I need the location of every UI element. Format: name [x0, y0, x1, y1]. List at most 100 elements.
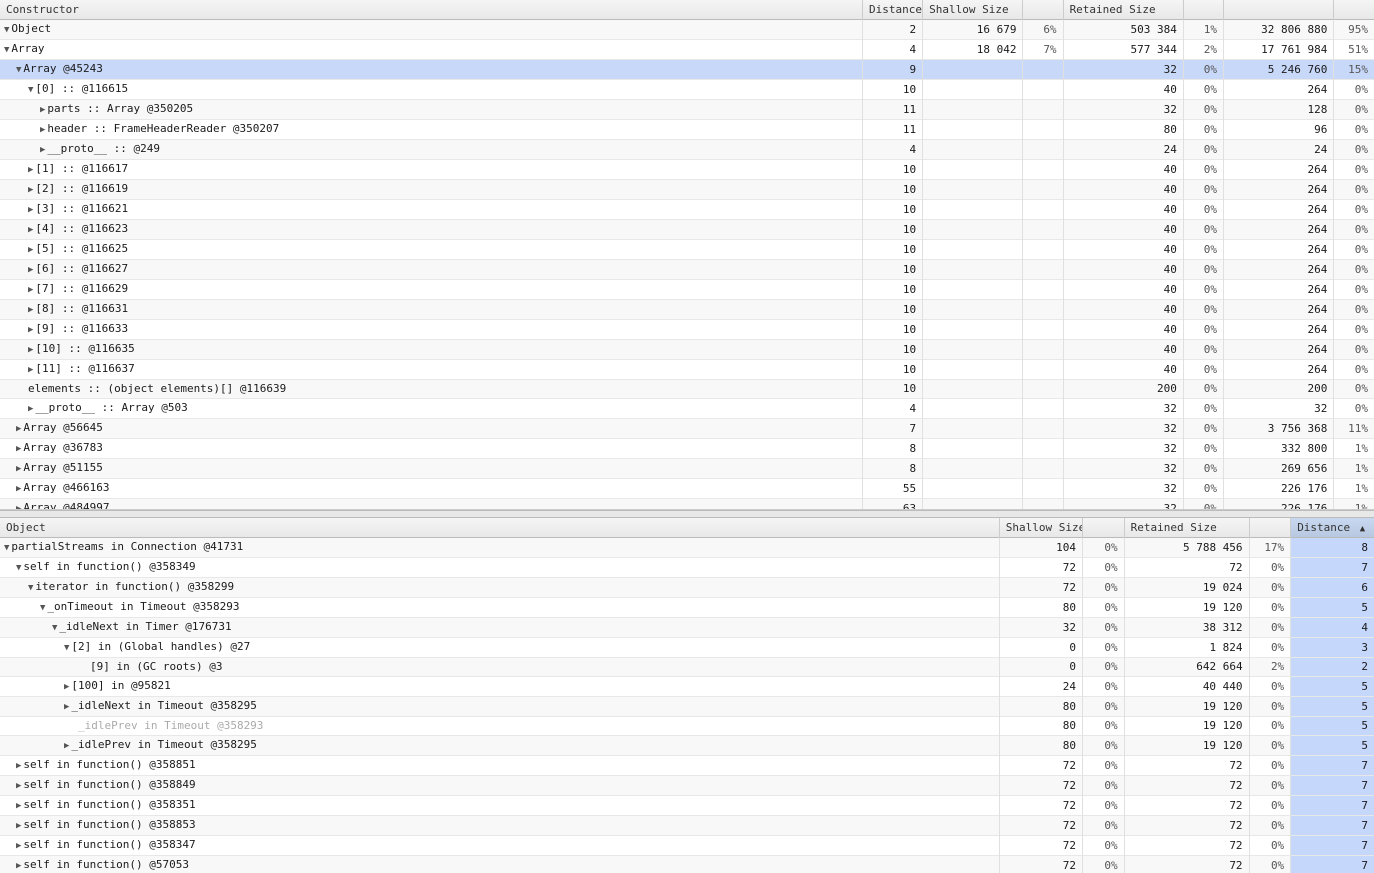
table-row[interactable]: ▼[2] in (Global handles) @2700%1 8240%3 — [0, 638, 1374, 658]
expand-icon[interactable]: ▶ — [16, 481, 21, 497]
expand-icon[interactable]: ▶ — [16, 858, 21, 873]
table-row[interactable]: ▼iterator in function() @358299720%19 02… — [0, 578, 1374, 598]
expand-icon[interactable]: ▶ — [28, 242, 33, 258]
col-header-retained-size[interactable]: Retained Size — [1063, 0, 1183, 20]
col-header-object[interactable]: Object — [0, 518, 999, 538]
table-row[interactable]: ▶[1] :: @11661710400%2640% — [0, 160, 1374, 180]
expand-icon[interactable]: ▶ — [40, 142, 45, 158]
expand-icon[interactable]: ▼ — [28, 82, 33, 98]
table-row[interactable]: elements :: (object elements)[] @1166391… — [0, 380, 1374, 399]
table-row[interactable]: ▶self in function() @358853720%720%7 — [0, 816, 1374, 836]
expand-icon[interactable]: ▼ — [4, 22, 9, 38]
table-row[interactable]: ▶[6] :: @11662710400%2640% — [0, 260, 1374, 280]
expand-icon[interactable]: ▶ — [16, 421, 21, 437]
table-row[interactable]: ▶Array @511558320%269 6561% — [0, 459, 1374, 479]
expand-icon[interactable]: ▼ — [4, 42, 9, 58]
table-row[interactable]: ▶_idleNext in Timeout @358295800%19 1200… — [0, 697, 1374, 717]
expand-icon[interactable]: ▶ — [28, 162, 33, 178]
table-row[interactable]: ▶Array @48499763320%226 1761% — [0, 499, 1374, 511]
table-row[interactable]: ▼[0] :: @11661510400%2640% — [0, 80, 1374, 100]
table-row[interactable]: ▶parts :: Array @35020511320%1280% — [0, 100, 1374, 120]
expand-icon[interactable]: ▶ — [64, 679, 69, 695]
expand-icon[interactable]: ▼ — [40, 600, 45, 616]
expand-icon[interactable]: ▶ — [28, 262, 33, 278]
cell-extra-pct: 1% — [1334, 459, 1374, 479]
expand-icon[interactable]: ▶ — [16, 838, 21, 854]
expand-icon[interactable]: ▶ — [28, 222, 33, 238]
expand-icon[interactable]: ▶ — [28, 322, 33, 338]
expand-icon[interactable]: ▶ — [28, 342, 33, 358]
col-header-shallow-size-b[interactable]: Shallow Size — [999, 518, 1082, 538]
table-row[interactable]: ▶[7] :: @11662910400%2640% — [0, 280, 1374, 300]
expand-icon[interactable]: ▶ — [28, 282, 33, 298]
expand-icon[interactable]: ▶ — [40, 102, 45, 118]
table-row[interactable]: ▶[10] :: @11663510400%2640% — [0, 340, 1374, 360]
expand-icon[interactable]: ▶ — [28, 362, 33, 378]
col-header-distance[interactable]: Distance — [863, 0, 923, 20]
table-row[interactable]: ▶self in function() @358849720%720%7 — [0, 776, 1374, 796]
table-row[interactable]: ▶[3] :: @11662110400%2640% — [0, 200, 1374, 220]
table-row[interactable]: _idlePrev in Timeout @358293800%19 1200%… — [0, 717, 1374, 736]
table-row[interactable]: ▶[4] :: @11662310400%2640% — [0, 220, 1374, 240]
expand-icon[interactable]: ▶ — [16, 441, 21, 457]
expand-icon[interactable]: ▶ — [64, 699, 69, 715]
expand-icon[interactable]: ▶ — [64, 738, 69, 754]
expand-icon[interactable]: ▶ — [28, 401, 33, 417]
expand-icon[interactable]: ▶ — [16, 758, 21, 774]
table-row[interactable]: ▶Array @367838320%332 8001% — [0, 439, 1374, 459]
bottom-table-section[interactable]: Object Shallow Size Retained Size Distan… — [0, 518, 1374, 873]
expand-icon[interactable]: ▶ — [16, 461, 21, 477]
expand-icon[interactable]: ▶ — [16, 818, 21, 834]
table-row[interactable]: ▼Array @452439320%5 246 76015% — [0, 60, 1374, 80]
table-row[interactable]: ▶[8] :: @11663110400%2640% — [0, 300, 1374, 320]
bottom-table-header-row[interactable]: Object Shallow Size Retained Size Distan… — [0, 518, 1374, 538]
table-row[interactable]: ▼partialStreams in Connection @417311040… — [0, 538, 1374, 558]
table-row[interactable]: ▶Array @566457320%3 756 36811% — [0, 419, 1374, 439]
cell-shallow-size — [923, 360, 1023, 380]
table-row[interactable]: ▼self in function() @358349720%720%7 — [0, 558, 1374, 578]
cell-object: ▼Array — [0, 40, 863, 60]
expand-icon[interactable]: ▼ — [4, 540, 9, 556]
expand-icon[interactable]: ▼ — [16, 62, 21, 78]
table-row[interactable]: ▶[2] :: @11661910400%2640% — [0, 180, 1374, 200]
col-header-retained-size-b[interactable]: Retained Size — [1124, 518, 1249, 538]
table-row[interactable]: ▼_idleNext in Timer @176731320%38 3120%4 — [0, 618, 1374, 638]
expand-icon[interactable]: ▶ — [16, 501, 21, 510]
table-row[interactable]: ▶_idlePrev in Timeout @358295800%19 1200… — [0, 736, 1374, 756]
expand-icon[interactable]: ▶ — [40, 122, 45, 138]
col-header-shallow-size[interactable]: Shallow Size — [923, 0, 1023, 20]
table-row[interactable]: ▶[9] :: @11663310400%2640% — [0, 320, 1374, 340]
table-row[interactable]: ▼_onTimeout in Timeout @358293800%19 120… — [0, 598, 1374, 618]
table-row[interactable]: ▶[100] in @95821240%40 4400%5 — [0, 677, 1374, 697]
table-row[interactable]: ▼Object216 6796%503 3841%32 806 88095% — [0, 20, 1374, 40]
table-row[interactable]: ▶self in function() @358851720%720%7 — [0, 756, 1374, 776]
cell-shallow-size — [923, 80, 1023, 100]
expand-icon[interactable]: ▼ — [64, 640, 69, 656]
expand-icon[interactable]: ▶ — [28, 302, 33, 318]
table-row[interactable]: ▶header :: FrameHeaderReader @3502071180… — [0, 120, 1374, 140]
expand-icon[interactable]: ▶ — [28, 202, 33, 218]
table-row[interactable]: ▶self in function() @57053720%720%7 — [0, 856, 1374, 873]
cell-retained-pct: 2% — [1249, 658, 1291, 677]
col-header-retained-size2[interactable] — [1224, 0, 1334, 20]
table-row[interactable]: ▶self in function() @358347720%720%7 — [0, 836, 1374, 856]
expand-icon[interactable]: ▼ — [16, 560, 21, 576]
expand-icon[interactable]: ▼ — [52, 620, 57, 636]
expand-icon[interactable]: ▼ — [28, 580, 33, 596]
table-row[interactable]: ▶[11] :: @11663710400%2640% — [0, 360, 1374, 380]
expand-icon[interactable]: ▶ — [16, 798, 21, 814]
table-row[interactable]: ▶__proto__ :: Array @5034320%320% — [0, 399, 1374, 419]
cell-object: ▶[11] :: @116637 — [0, 360, 863, 380]
expand-icon[interactable]: ▶ — [16, 778, 21, 794]
col-header-distance-b[interactable]: Distance ▲ — [1291, 518, 1374, 538]
table-row[interactable]: ▶self in function() @358351720%720%7 — [0, 796, 1374, 816]
table-row[interactable]: ▶[5] :: @11662510400%2640% — [0, 240, 1374, 260]
table-row[interactable]: ▼Array418 0427%577 3442%17 761 98451% — [0, 40, 1374, 60]
col-header-constructor[interactable]: Constructor — [0, 0, 863, 20]
top-table-section[interactable]: Constructor Distance Shallow Size Retain… — [0, 0, 1374, 510]
table-row[interactable]: ▶__proto__ :: @2494240%240% — [0, 140, 1374, 160]
top-table-header-row[interactable]: Constructor Distance Shallow Size Retain… — [0, 0, 1374, 20]
table-row[interactable]: ▶Array @46616355320%226 1761% — [0, 479, 1374, 499]
table-row[interactable]: [9] in (GC roots) @300%642 6642%2 — [0, 658, 1374, 677]
expand-icon[interactable]: ▶ — [28, 182, 33, 198]
